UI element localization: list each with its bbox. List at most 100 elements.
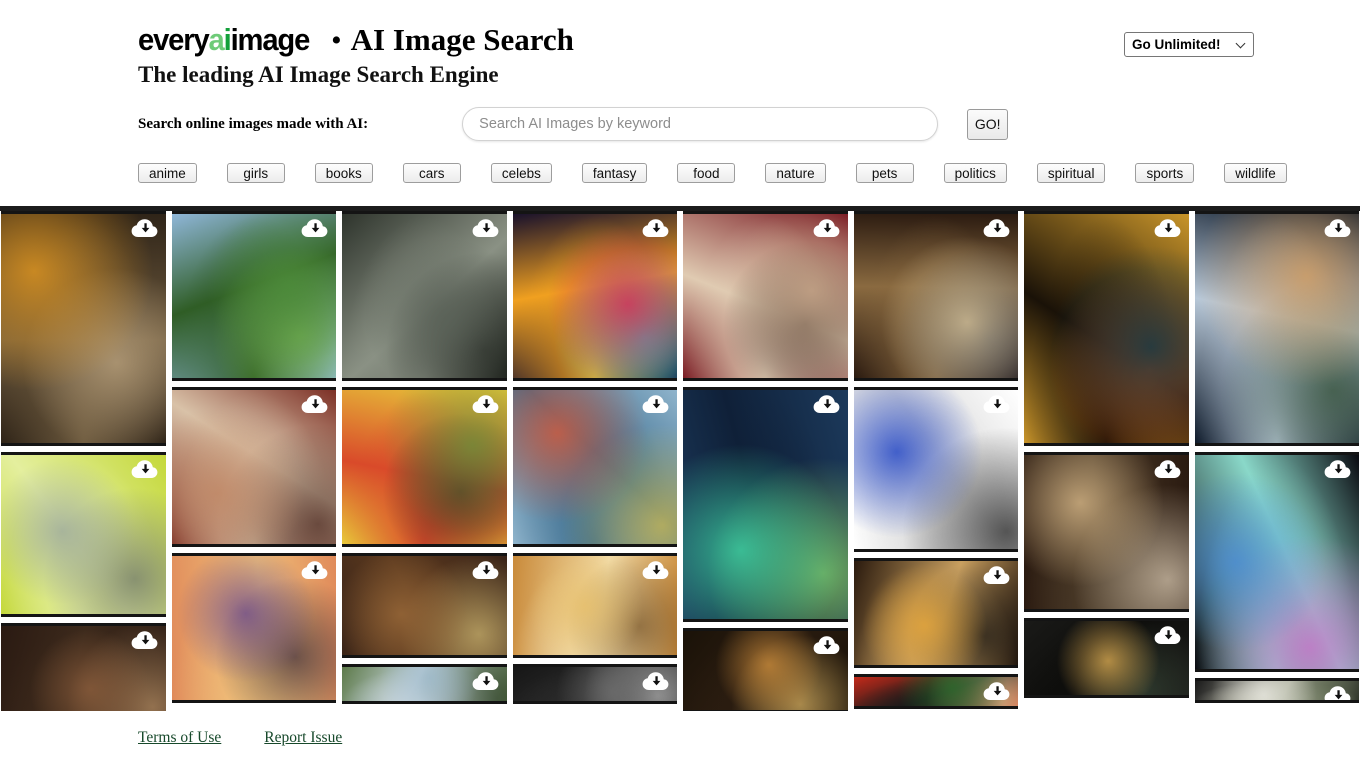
category-tag-pets[interactable]: pets	[855, 163, 914, 183]
cloud-download-icon[interactable]	[983, 395, 1010, 414]
cloud-download-icon[interactable]	[642, 561, 669, 580]
cloud-download-icon[interactable]	[983, 219, 1010, 238]
image-result-tile[interactable]	[342, 211, 507, 381]
image-result-tile[interactable]	[171, 387, 336, 547]
cloud-download-icon[interactable]	[131, 219, 158, 238]
grid-column	[1024, 211, 1189, 711]
cloud-download-icon[interactable]	[642, 395, 669, 414]
category-tag-books[interactable]: books	[314, 163, 373, 183]
image-result-tile[interactable]	[1194, 452, 1359, 672]
cloud-download-icon[interactable]	[813, 219, 840, 238]
cloud-download-icon[interactable]	[983, 682, 1010, 701]
cloud-download-icon[interactable]	[813, 636, 840, 655]
category-tag-politics[interactable]: politics	[943, 163, 1007, 183]
category-tag-list: anime girls books cars celebs fantasy fo…	[138, 163, 1360, 183]
cloud-download-icon[interactable]	[983, 566, 1010, 585]
image-result-tile[interactable]	[853, 211, 1018, 381]
footer-link-report-issue[interactable]: Report Issue	[264, 729, 342, 747]
image-result-tile[interactable]	[853, 387, 1018, 552]
cloud-download-icon[interactable]	[301, 395, 328, 414]
image-result-tile[interactable]	[1, 452, 166, 617]
category-tag-nature[interactable]: nature	[765, 163, 826, 183]
image-result-tile[interactable]	[171, 211, 336, 381]
cloud-download-icon[interactable]	[642, 219, 669, 238]
thumbnail-art	[853, 214, 1018, 378]
cloud-download-icon[interactable]	[813, 395, 840, 414]
image-result-tile[interactable]	[342, 664, 507, 704]
cloud-download-icon[interactable]	[1324, 219, 1351, 238]
logo-part-every: every	[138, 22, 210, 57]
cloud-download-icon[interactable]	[1154, 460, 1181, 479]
cloud-download-icon[interactable]	[301, 561, 328, 580]
page-header: everyaiimage • AI Image Search The leadi…	[0, 0, 1360, 211]
plan-selector[interactable]: Go Unlimited!	[1124, 32, 1254, 57]
chevron-down-icon	[1236, 39, 1247, 50]
page-title: AI Image Search	[350, 22, 574, 57]
category-tag-sports[interactable]: sports	[1135, 163, 1195, 183]
image-result-tile[interactable]	[1, 623, 166, 711]
image-result-tile[interactable]	[683, 211, 848, 381]
image-results-grid	[0, 211, 1360, 711]
cloud-download-icon[interactable]	[472, 672, 499, 691]
search-label: Search online images made with AI:	[138, 115, 369, 132]
image-result-tile[interactable]	[1024, 618, 1189, 698]
plan-selector-label: Go Unlimited!	[1132, 37, 1221, 52]
image-result-tile[interactable]	[512, 553, 677, 658]
cloud-download-icon[interactable]	[472, 561, 499, 580]
grid-column	[512, 211, 677, 711]
category-tag-celebs[interactable]: celebs	[490, 163, 552, 183]
category-tag-girls[interactable]: girls	[226, 163, 285, 183]
logo-part-i: i	[223, 22, 232, 57]
category-tag-anime[interactable]: anime	[138, 163, 197, 183]
thumbnail-art	[1024, 214, 1189, 443]
image-result-tile[interactable]	[1194, 678, 1359, 703]
category-tag-food[interactable]: food	[677, 163, 736, 183]
image-result-tile[interactable]	[512, 211, 677, 381]
grid-column	[342, 211, 507, 711]
footer-link-terms-of-use[interactable]: Terms of Use	[138, 729, 221, 747]
logo-part-image: image	[230, 22, 311, 57]
cloud-download-icon[interactable]	[1324, 460, 1351, 479]
image-result-tile[interactable]	[853, 674, 1018, 709]
thumbnail-art	[683, 390, 848, 619]
category-tag-cars[interactable]: cars	[402, 163, 461, 183]
image-result-tile[interactable]	[342, 553, 507, 658]
cloud-download-icon[interactable]	[472, 219, 499, 238]
image-result-tile[interactable]	[683, 628, 848, 711]
category-tag-spiritual[interactable]: spiritual	[1036, 163, 1106, 183]
image-result-tile[interactable]	[853, 558, 1018, 668]
thumbnail-art	[171, 214, 336, 378]
cloud-download-icon[interactable]	[472, 395, 499, 414]
grid-column	[171, 211, 336, 711]
image-result-tile[interactable]	[342, 387, 507, 547]
search-go-button[interactable]: GO!	[967, 108, 1009, 140]
cloud-download-icon[interactable]	[642, 672, 669, 691]
image-result-tile[interactable]	[1, 211, 166, 446]
category-tag-wildlife[interactable]: wildlife	[1224, 163, 1287, 183]
cloud-download-icon[interactable]	[1154, 219, 1181, 238]
site-logo[interactable]: everyaiimage	[138, 22, 311, 57]
thumbnail-art	[1194, 214, 1359, 443]
grid-column	[1194, 211, 1359, 711]
thumbnail-art	[1, 214, 166, 443]
cloud-download-icon[interactable]	[1154, 626, 1181, 645]
cloud-download-icon[interactable]	[131, 631, 158, 650]
image-result-tile[interactable]	[512, 664, 677, 704]
cloud-download-icon[interactable]	[301, 219, 328, 238]
image-result-tile[interactable]	[683, 387, 848, 622]
image-result-tile[interactable]	[1024, 211, 1189, 446]
image-result-tile[interactable]	[1194, 211, 1359, 446]
page-footer: Terms of Use Report Issue	[0, 711, 1360, 764]
search-input[interactable]	[462, 107, 939, 141]
search-row: Search online images made with AI: GO!	[138, 107, 1360, 141]
cloud-download-icon[interactable]	[131, 460, 158, 479]
cloud-download-icon[interactable]	[1324, 686, 1351, 700]
thumbnail-art	[512, 214, 677, 378]
category-tag-fantasy[interactable]: fantasy	[581, 163, 648, 183]
image-result-tile[interactable]	[1024, 452, 1189, 612]
grid-column	[1, 211, 166, 711]
thumbnail-art	[342, 214, 507, 378]
image-result-tile[interactable]	[512, 387, 677, 547]
thumbnail-art	[683, 214, 848, 378]
image-result-tile[interactable]	[171, 553, 336, 703]
